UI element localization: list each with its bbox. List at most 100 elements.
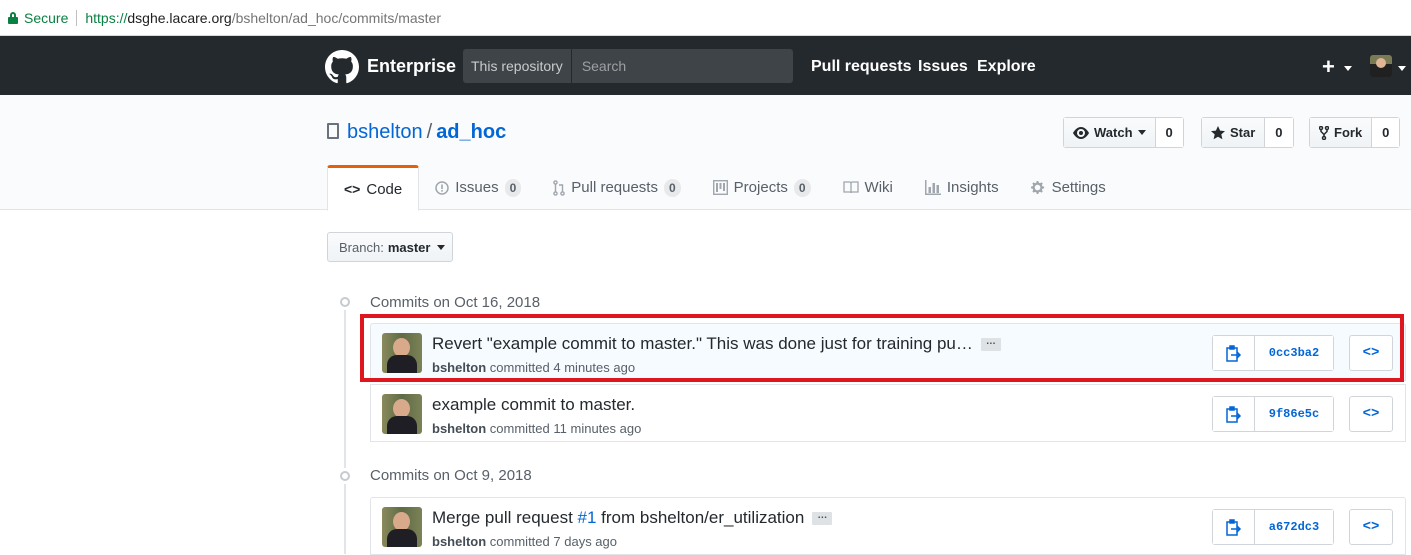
tab-insights[interactable]: Insights — [909, 165, 1015, 210]
search-input[interactable] — [571, 49, 793, 83]
commit-group-icon — [337, 468, 353, 484]
star-button[interactable]: Star — [1202, 118, 1266, 147]
user-avatar[interactable] — [1370, 55, 1392, 77]
commit-message: Merge pull request #1 from bshelton/er_u… — [432, 508, 833, 528]
projects-counter: 0 — [793, 178, 811, 197]
watch-control: Watch 0 — [1063, 117, 1184, 148]
copy-sha-button[interactable] — [1213, 397, 1255, 431]
commit-message: example commit to master. — [432, 395, 635, 415]
repo-title: bshelton / ad_hoc — [347, 121, 506, 144]
tab-label: Code — [366, 180, 403, 198]
repo-header: bshelton / ad_hoc Watch 0 Star 0 Fork 0 <>… — [0, 95, 1411, 211]
site-header: Enterprise This repository Pull requests… — [0, 36, 1411, 95]
copy-sha-button[interactable] — [1213, 510, 1255, 544]
commit-row: example commit to master. bshelton commi… — [370, 384, 1406, 442]
tab-code[interactable]: <> Code — [327, 165, 420, 211]
tab-label: Projects — [733, 179, 788, 196]
star-icon — [1211, 125, 1225, 139]
book-icon — [842, 181, 859, 194]
watch-count[interactable]: 0 — [1155, 118, 1183, 147]
pull-request-link[interactable]: #1 — [578, 508, 597, 527]
nav-pull-requests[interactable]: Pull requests — [811, 58, 911, 76]
tab-wiki[interactable]: Wiki — [827, 165, 909, 210]
gear-icon — [1030, 180, 1044, 195]
issue-icon — [435, 180, 449, 195]
graph-icon — [924, 180, 941, 195]
tab-pull-requests[interactable]: Pull requests 0 — [537, 165, 696, 210]
fork-label: Fork — [1334, 125, 1363, 140]
commit-meta: bshelton committed 11 minutes ago — [432, 421, 641, 436]
fork-button[interactable]: Fork — [1310, 118, 1373, 147]
nav-issues[interactable]: Issues — [918, 58, 968, 76]
sha-group: 9f86e5c — [1212, 396, 1334, 432]
sha-group: a672dc3 — [1212, 509, 1334, 545]
url-path: /bshelton/ad_hoc/commits/master — [231, 9, 442, 26]
pull-request-icon — [553, 179, 566, 196]
brand-label[interactable]: Enterprise — [367, 56, 456, 77]
tab-projects[interactable]: Projects 0 — [697, 165, 827, 210]
branch-value: master — [387, 239, 431, 255]
fork-count[interactable]: 0 — [1372, 118, 1400, 147]
branch-select-button[interactable]: Branch: master — [327, 232, 453, 262]
fork-icon — [1319, 125, 1329, 140]
commit-time: 11 minutes ago — [553, 421, 642, 436]
eye-icon — [1073, 126, 1089, 139]
author-avatar[interactable] — [382, 507, 422, 547]
nav-explore[interactable]: Explore — [977, 58, 1036, 76]
commit-verb: committed — [489, 421, 550, 436]
commit-author[interactable]: bshelton — [432, 421, 486, 436]
repo-tabs: <> Code Issues 0 Pull requests 0 Project… — [327, 165, 1122, 211]
browser-address-bar[interactable]: Secure https://dsghe.lacare.org/bshelton… — [0, 0, 1411, 36]
browse-repo-button[interactable]: <> — [1349, 509, 1393, 545]
pull-requests-counter: 0 — [663, 178, 681, 197]
tab-settings[interactable]: Settings — [1015, 165, 1122, 210]
commit-row: Merge pull request #1 from bshelton/er_u… — [370, 497, 1406, 555]
repo-icon — [327, 123, 339, 139]
chevron-down-icon — [1344, 66, 1352, 71]
chevron-down-icon — [437, 244, 446, 250]
commit-group-title: Commits on Oct 9, 2018 — [370, 467, 532, 484]
url[interactable]: https://dsghe.lacare.org/bshelton/ad_hoc… — [85, 10, 441, 26]
repo-name-link[interactable]: ad_hoc — [436, 121, 506, 143]
commit-sha-link[interactable]: 9f86e5c — [1255, 397, 1333, 431]
author-avatar[interactable] — [382, 394, 422, 434]
chevron-down-icon — [1398, 66, 1406, 71]
repo-owner-link[interactable]: bshelton — [347, 121, 423, 143]
create-new-button[interactable]: + — [1322, 54, 1335, 80]
star-count[interactable]: 0 — [1265, 118, 1293, 147]
star-control: Star 0 — [1201, 117, 1294, 148]
commit-time: 7 days ago — [553, 534, 617, 549]
clipboard-icon — [1225, 518, 1241, 536]
tab-label: Wiki — [864, 179, 893, 196]
commit-group-icon — [337, 294, 353, 310]
search-scope: This repository — [463, 49, 572, 83]
lock-icon — [8, 11, 18, 24]
watch-label: Watch — [1094, 125, 1133, 140]
commit-title-link[interactable]: example commit to master. — [432, 395, 635, 414]
project-icon — [712, 180, 728, 195]
chevron-down-icon — [1137, 130, 1146, 135]
tab-label: Pull requests — [571, 179, 658, 196]
tab-label: Insights — [946, 179, 999, 196]
tab-issues[interactable]: Issues 0 — [419, 165, 537, 210]
branch-label: Branch: — [339, 239, 384, 255]
tab-label: Issues — [455, 179, 499, 196]
watch-button[interactable]: Watch — [1064, 118, 1156, 147]
url-host: dsghe.lacare.org — [127, 9, 232, 26]
commit-author[interactable]: bshelton — [432, 534, 486, 549]
commit-title-link[interactable]: from bshelton/er_utilization — [596, 508, 804, 527]
expand-ellipsis-button[interactable]: … — [812, 511, 833, 526]
url-scheme: https:// — [85, 9, 128, 26]
highlight-annotation-box — [360, 314, 1404, 382]
commit-sha-link[interactable]: a672dc3 — [1255, 510, 1333, 544]
browse-repo-button[interactable]: <> — [1349, 396, 1393, 432]
github-logo-icon[interactable] — [325, 50, 359, 84]
address-divider — [76, 9, 78, 26]
star-label: Star — [1230, 125, 1256, 140]
commit-group-title: Commits on Oct 16, 2018 — [370, 294, 541, 311]
commit-title-link[interactable]: Merge pull request — [432, 508, 578, 527]
secure-label: Secure — [24, 9, 69, 26]
commit-verb: committed — [489, 534, 550, 549]
commit-meta: bshelton committed 7 days ago — [432, 534, 617, 549]
search-box: This repository — [463, 49, 793, 83]
